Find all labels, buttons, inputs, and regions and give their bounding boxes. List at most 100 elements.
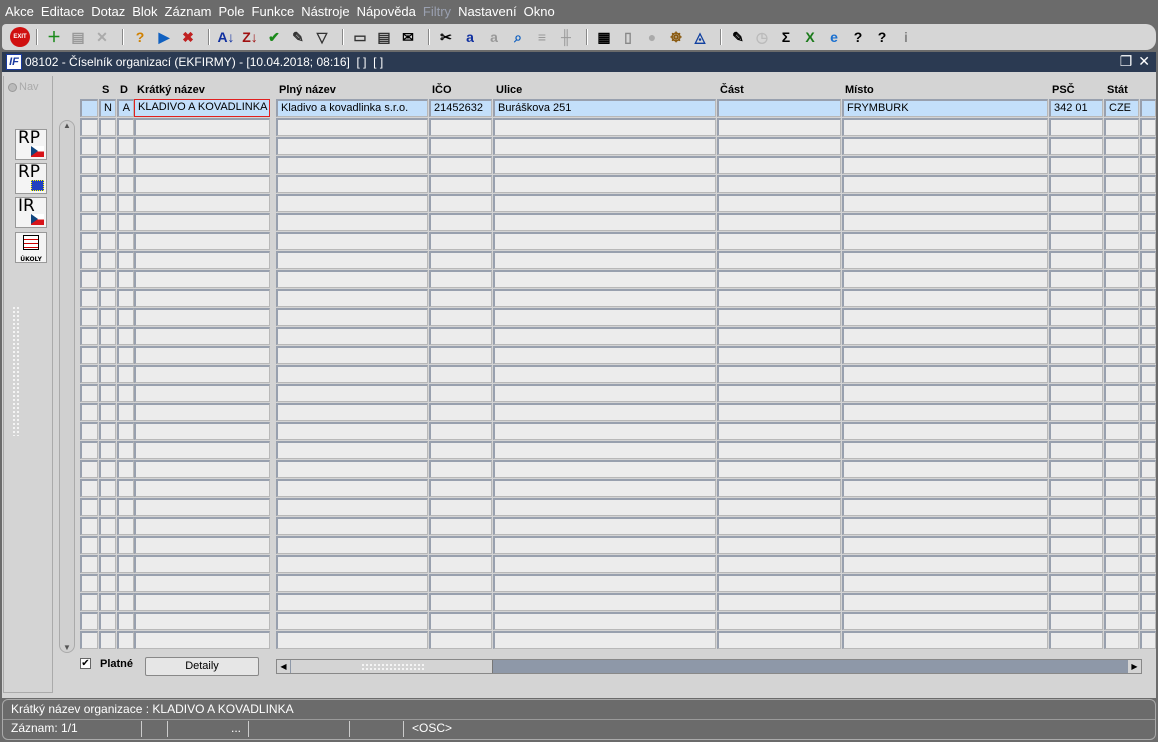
platne-checkbox[interactable]: ✔	[80, 658, 91, 669]
grid-cell-full[interactable]	[276, 251, 428, 269]
grid-cell-s[interactable]	[99, 555, 116, 573]
grid-cell-city[interactable]	[842, 346, 1048, 364]
grid-cell-extra[interactable]	[1140, 308, 1156, 326]
grid-cell-rowsel[interactable]	[80, 479, 98, 497]
grid-cell-ico[interactable]	[429, 327, 492, 345]
grid-cell-short[interactable]	[134, 536, 270, 554]
grid-cell-country[interactable]	[1104, 384, 1139, 402]
grid-cell-zip[interactable]	[1049, 593, 1103, 611]
grid-cell-full[interactable]	[276, 593, 428, 611]
grid-cell-s[interactable]	[99, 213, 116, 231]
grid-cell-part[interactable]	[717, 574, 841, 592]
grid-cell-extra[interactable]	[1140, 517, 1156, 535]
grid-cell-zip[interactable]: 342 01	[1049, 99, 1103, 117]
grid-cell-street[interactable]	[493, 460, 716, 478]
grid-cell-zip[interactable]	[1049, 517, 1103, 535]
grid-cell-extra[interactable]	[1140, 232, 1156, 250]
grid-cell-extra[interactable]	[1140, 251, 1156, 269]
grid-cell-city[interactable]	[842, 555, 1048, 573]
grid-cell-part[interactable]	[717, 593, 841, 611]
grid-cell-full[interactable]	[276, 460, 428, 478]
grid-cell-ico[interactable]	[429, 308, 492, 326]
grid-cell-part[interactable]	[717, 99, 841, 117]
grid-cell-street[interactable]	[493, 327, 716, 345]
print-icon[interactable]: ▭	[350, 27, 370, 47]
grid-cell-full[interactable]	[276, 612, 428, 630]
menu-8[interactable]: Nápověda	[357, 4, 416, 19]
grid-cell-ico[interactable]	[429, 460, 492, 478]
grid-cell-street[interactable]	[493, 574, 716, 592]
email-icon[interactable]: ✉	[398, 27, 418, 47]
grid-cell-rowsel[interactable]	[80, 175, 98, 193]
grid-cell-s[interactable]	[99, 251, 116, 269]
grid-cell-street[interactable]	[493, 441, 716, 459]
grid-cell-rowsel[interactable]	[80, 574, 98, 592]
grid-cell-part[interactable]	[717, 498, 841, 516]
grid-cell-country[interactable]	[1104, 498, 1139, 516]
grid-cell-d[interactable]	[117, 213, 134, 231]
grid-cell-ico[interactable]	[429, 403, 492, 421]
grid-cell-country[interactable]	[1104, 460, 1139, 478]
grid-cell-zip[interactable]	[1049, 631, 1103, 649]
grid-cell-s[interactable]	[99, 536, 116, 554]
grid-cell-part[interactable]	[717, 232, 841, 250]
menu-4[interactable]: Záznam	[165, 4, 212, 19]
grid-cell-zip[interactable]	[1049, 156, 1103, 174]
grid-cell-ico[interactable]	[429, 422, 492, 440]
grid-cell-zip[interactable]	[1049, 536, 1103, 554]
menu-11[interactable]: Okno	[524, 4, 555, 19]
grid-cell-rowsel[interactable]	[80, 194, 98, 212]
grid-cell-country[interactable]	[1104, 289, 1139, 307]
grid-cell-extra[interactable]	[1140, 498, 1156, 516]
grid-cell-full[interactable]	[276, 346, 428, 364]
grid-cell-extra[interactable]	[1140, 213, 1156, 231]
grid-cell-country[interactable]: CZE	[1104, 99, 1139, 117]
grid-cell-city[interactable]: FRYMBURK	[842, 99, 1048, 117]
menu-5[interactable]: Pole	[219, 4, 245, 19]
grid-cell-country[interactable]	[1104, 593, 1139, 611]
grid-cell-part[interactable]	[717, 251, 841, 269]
grid-cell-full[interactable]	[276, 270, 428, 288]
grid-cell-zip[interactable]	[1049, 194, 1103, 212]
grid-cell-extra[interactable]	[1140, 441, 1156, 459]
grid-cell-extra[interactable]	[1140, 270, 1156, 288]
grid-cell-street[interactable]	[493, 536, 716, 554]
grid-cell-ico[interactable]	[429, 137, 492, 155]
grid-cell-d[interactable]	[117, 289, 134, 307]
ukoly-button[interactable]: ÚKOLY	[15, 232, 47, 263]
detaily-button[interactable]: Detaily	[145, 657, 259, 676]
grid-cell-rowsel[interactable]	[80, 270, 98, 288]
grid-cell-part[interactable]	[717, 422, 841, 440]
menu-1[interactable]: Editace	[41, 4, 84, 19]
grid-cell-ico[interactable]	[429, 555, 492, 573]
document-icon[interactable]: ▯	[618, 27, 638, 47]
grid-cell-ico[interactable]	[429, 631, 492, 649]
grid-cell-short[interactable]	[134, 403, 270, 421]
grid-cell-rowsel[interactable]	[80, 289, 98, 307]
scroll-thumb[interactable]	[291, 660, 493, 673]
grid-cell-rowsel[interactable]	[80, 156, 98, 174]
cut-icon[interactable]: ✂	[436, 27, 456, 47]
grid-cell-country[interactable]	[1104, 441, 1139, 459]
grid-cell-country[interactable]	[1104, 327, 1139, 345]
grid-cell-ico[interactable]	[429, 498, 492, 516]
wheel-icon[interactable]: ☸	[666, 27, 686, 47]
scroll-down-icon[interactable]: ▼	[60, 643, 74, 652]
grid-cell-extra[interactable]	[1140, 327, 1156, 345]
sum-icon[interactable]: Σ	[776, 27, 796, 47]
grid-cell-part[interactable]	[717, 346, 841, 364]
grid-cell-zip[interactable]	[1049, 118, 1103, 136]
grid-cell-street[interactable]	[493, 289, 716, 307]
grid-cell-d[interactable]	[117, 498, 134, 516]
grid-cell-part[interactable]	[717, 213, 841, 231]
grid-cell-short[interactable]: KLADIVO A KOVADLINKA	[134, 99, 270, 117]
grid-cell-s[interactable]	[99, 270, 116, 288]
grid-cell-street[interactable]	[493, 137, 716, 155]
grid-cell-part[interactable]	[717, 175, 841, 193]
grid-cell-extra[interactable]	[1140, 118, 1156, 136]
grid-cell-short[interactable]	[134, 137, 270, 155]
grid-cell-d[interactable]	[117, 593, 134, 611]
grid-cell-country[interactable]	[1104, 156, 1139, 174]
grid-cell-country[interactable]	[1104, 308, 1139, 326]
grid-cell-s[interactable]	[99, 460, 116, 478]
